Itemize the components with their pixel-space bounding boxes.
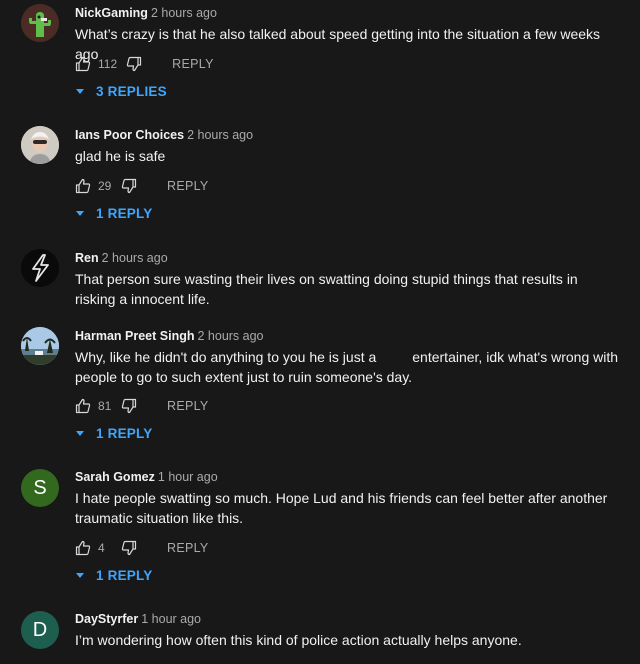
comment-header: DayStyrfer 1 hour ago: [75, 612, 201, 626]
comment-author[interactable]: Sarah Gomez: [75, 470, 155, 484]
like-count: 81: [98, 399, 112, 413]
reply-button[interactable]: REPLY: [167, 541, 209, 555]
comment-author[interactable]: Harman Preet Singh: [75, 329, 194, 343]
comment-actions: 4 REPLY: [75, 539, 209, 557]
comment-timestamp[interactable]: 2 hours ago: [102, 251, 168, 265]
replies-label: 1 REPLY: [96, 426, 153, 441]
comment-text: Why, like he didn't do anything to you h…: [75, 348, 620, 387]
user-avatar[interactable]: S: [21, 469, 59, 507]
comment-author[interactable]: NickGaming: [75, 6, 148, 20]
like-count: 29: [98, 179, 112, 193]
view-replies-button[interactable]: 1 REPLY: [75, 426, 152, 441]
user-avatar[interactable]: [21, 249, 59, 287]
dislike-icon[interactable]: [126, 56, 142, 72]
user-avatar[interactable]: [21, 327, 59, 365]
like-icon[interactable]: [75, 178, 91, 194]
view-replies-button[interactable]: 1 REPLY: [75, 568, 152, 583]
replies-label: 1 REPLY: [96, 206, 153, 221]
user-avatar[interactable]: [21, 126, 59, 164]
reply-button[interactable]: REPLY: [167, 399, 209, 413]
chevron-down-icon: [76, 431, 84, 436]
dislike-icon[interactable]: [121, 178, 137, 194]
like-icon[interactable]: [75, 398, 91, 414]
reply-button[interactable]: REPLY: [167, 179, 209, 193]
comment-actions: 112 REPLY: [75, 55, 214, 73]
green-cactus-avatar-icon: [21, 4, 59, 42]
comment-timestamp[interactable]: 1 hour ago: [141, 612, 201, 626]
user-avatar[interactable]: D: [21, 611, 59, 649]
comment-timestamp[interactable]: 2 hours ago: [197, 329, 263, 343]
like-count: 4: [98, 541, 105, 555]
comment-actions: 81 REPLY: [75, 397, 209, 415]
comment-text: I’m wondering how often this kind of pol…: [75, 632, 522, 648]
comment-author[interactable]: DayStyrfer: [75, 612, 138, 626]
comment-text: That person sure wasting their lives on …: [75, 271, 578, 307]
comment-text-line: entertainer, idk what's wrong with: [412, 349, 619, 365]
comment-actions: 29 REPLY: [75, 177, 209, 195]
person-photo-avatar-icon: [21, 126, 59, 164]
avatar-letter: S: [33, 476, 47, 499]
comment-timestamp[interactable]: 2 hours ago: [187, 128, 253, 142]
comment-author[interactable]: Ians Poor Choices: [75, 128, 184, 142]
comment-header: Ians Poor Choices 2 hours ago: [75, 128, 253, 142]
avatar-letter: D: [32, 618, 48, 641]
comment-timestamp[interactable]: 2 hours ago: [151, 6, 217, 20]
chevron-down-icon: [76, 573, 84, 578]
comment-header: Sarah Gomez 1 hour ago: [75, 470, 218, 484]
comment-text: I hate people swatting so much. Hope Lud…: [75, 490, 608, 526]
replies-label: 1 REPLY: [96, 568, 153, 583]
chevron-down-icon: [76, 89, 84, 94]
comment-header: Harman Preet Singh 2 hours ago: [75, 329, 264, 343]
comment-text: glad he is safe: [75, 148, 166, 164]
comment-header: Ren 2 hours ago: [75, 251, 168, 265]
lightning-bolt-avatar-icon: [21, 249, 59, 287]
user-avatar[interactable]: [21, 4, 59, 42]
view-replies-button[interactable]: 3 REPLIES: [75, 84, 167, 99]
comment-author[interactable]: Ren: [75, 251, 99, 265]
like-icon[interactable]: [75, 540, 91, 556]
chevron-down-icon: [76, 211, 84, 216]
dislike-icon[interactable]: [121, 540, 137, 556]
replies-label: 3 REPLIES: [96, 84, 167, 99]
dislike-icon[interactable]: [121, 398, 137, 414]
reply-button[interactable]: REPLY: [172, 57, 214, 71]
landscape-photo-avatar-icon: [21, 327, 59, 365]
like-icon[interactable]: [75, 56, 91, 72]
like-count: 112: [98, 57, 118, 71]
comment-text-line: Why, like he didn't do anything to you h…: [75, 349, 377, 365]
comment-text-line: people to go to such extent just to ruin…: [75, 368, 413, 385]
view-replies-button[interactable]: 1 REPLY: [75, 206, 152, 221]
comment-timestamp[interactable]: 1 hour ago: [158, 470, 218, 484]
comment-header: NickGaming 2 hours ago: [75, 6, 217, 20]
